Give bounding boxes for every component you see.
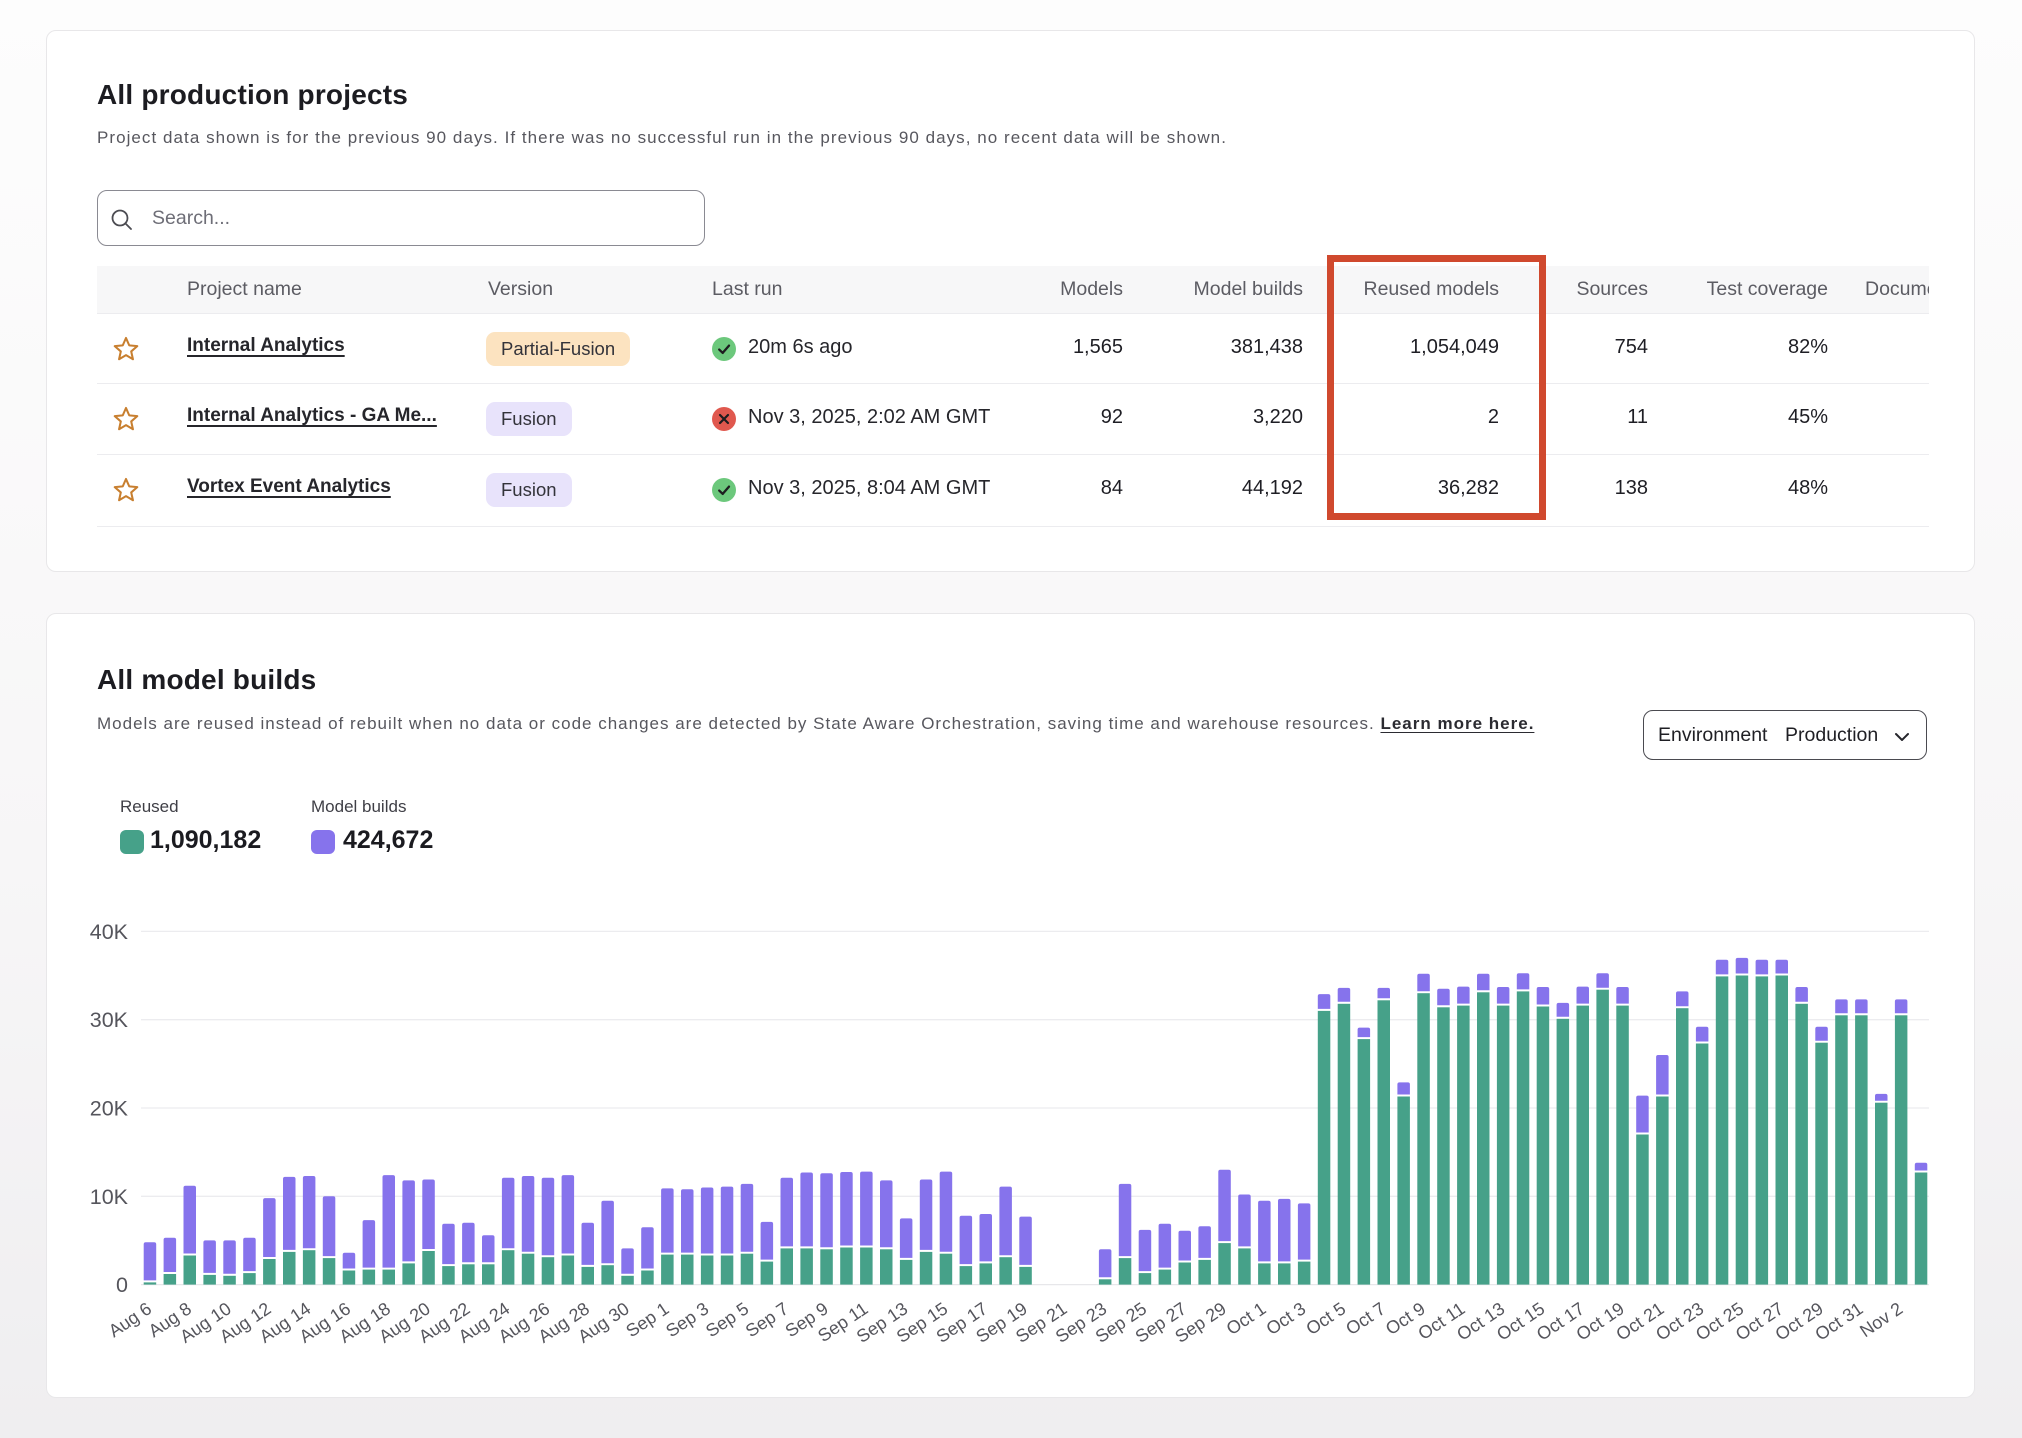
svg-text:Oct 1: Oct 1 <box>1223 1298 1270 1339</box>
svg-text:Sep 5: Sep 5 <box>702 1298 752 1341</box>
svg-text:Oct 7: Oct 7 <box>1342 1298 1389 1339</box>
svg-text:Oct 3: Oct 3 <box>1262 1298 1309 1339</box>
svg-text:40K: 40K <box>90 920 129 944</box>
svg-text:Sep 7: Sep 7 <box>742 1298 792 1341</box>
svg-text:Nov 2: Nov 2 <box>1856 1298 1906 1341</box>
svg-text:Aug 6: Aug 6 <box>105 1298 155 1341</box>
svg-text:Sep 3: Sep 3 <box>662 1298 712 1341</box>
svg-text:30K: 30K <box>90 1008 129 1032</box>
svg-text:Sep 1: Sep 1 <box>622 1298 672 1341</box>
svg-text:0: 0 <box>116 1273 128 1297</box>
svg-text:20K: 20K <box>90 1097 129 1121</box>
svg-text:10K: 10K <box>90 1185 129 1209</box>
svg-text:Oct 5: Oct 5 <box>1302 1298 1349 1339</box>
